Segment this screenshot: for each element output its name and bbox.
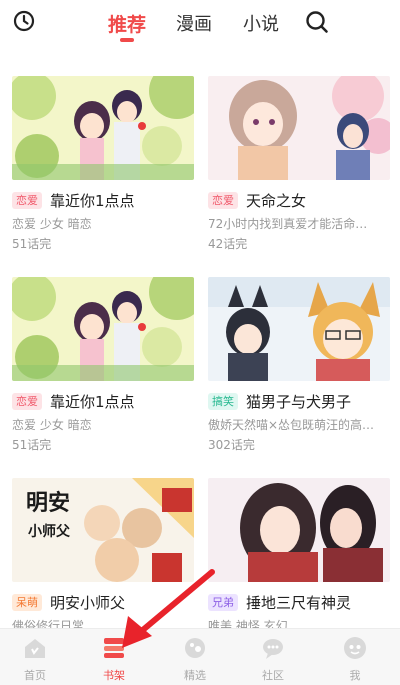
comic-title: 靠近你1点点: [50, 191, 135, 210]
comic-subtitle: 恋爱 少女 暗恋: [12, 418, 92, 432]
community-icon: [263, 639, 283, 659]
comic-title: 天命之女: [246, 191, 307, 210]
chapter-count: 302话完: [208, 438, 255, 452]
nav-home[interactable]: 首页: [5, 629, 65, 685]
tab-novels[interactable]: 小说: [243, 10, 279, 36]
comic-cover[interactable]: [208, 76, 390, 180]
genre-tag: 兄弟: [208, 593, 238, 611]
comic-cover[interactable]: [208, 277, 390, 381]
search-icon[interactable]: [305, 10, 329, 34]
comic-cover[interactable]: [12, 277, 194, 381]
comic-subtitle: 恋爱 少女 暗恋: [12, 217, 92, 231]
genre-tag: 恋爱: [12, 191, 42, 209]
nav-bookshelf[interactable]: 书架: [84, 629, 144, 685]
top-bar: 推荐 漫画 小说: [0, 0, 400, 50]
comic-title: 明安小师父: [50, 593, 126, 612]
profile-icon: [344, 637, 366, 659]
comic-card[interactable]: 恋爱 靠近你1点点 恋爱 少女 暗恋 51话完: [12, 76, 194, 252]
category-tabs: 推荐 漫画 小说: [0, 10, 400, 50]
comic-card[interactable]: 恋爱 天命之女 72小时内找到真爱才能活命… 42话完: [208, 76, 390, 252]
comic-cover[interactable]: [12, 76, 194, 180]
comic-title: 猫男子与犬男子: [246, 392, 352, 411]
genre-tag: 搞笑: [208, 392, 238, 410]
chapter-count: 42话完: [208, 237, 248, 251]
genre-tag: 恋爱: [12, 392, 42, 410]
comic-card[interactable]: 兄弟 捶地三尺有神灵 唯美 神怪 玄幻: [208, 478, 390, 634]
nav-label: 书架: [103, 669, 125, 682]
comic-title: 捶地三尺有神灵: [246, 593, 352, 612]
nav-label: 精选: [184, 669, 206, 682]
nav-label: 我: [349, 669, 361, 682]
cover-small-text: 小师父: [28, 523, 71, 540]
comic-card[interactable]: 明安 小师父 呆萌 明安小师父 佛俗修行日常: [12, 478, 194, 634]
nav-label: 首页: [24, 669, 46, 682]
nav-featured[interactable]: 精选: [165, 629, 225, 685]
genre-tag: 恋爱: [208, 191, 238, 209]
cover-big-text: 明安: [26, 490, 70, 516]
genre-tag: 呆萌: [12, 593, 42, 611]
tab-recommend[interactable]: 推荐: [108, 10, 146, 37]
chapter-count: 51话完: [12, 438, 52, 452]
tab-comics[interactable]: 漫画: [176, 10, 212, 36]
comic-subtitle: 傲娇天然喵×怂包既萌汪的高…: [208, 418, 375, 432]
comic-subtitle: 72小时内找到真爱才能活命…: [208, 217, 368, 231]
nav-profile[interactable]: 我: [325, 629, 385, 685]
home-icon: [25, 639, 45, 658]
comic-cover[interactable]: [208, 478, 390, 582]
comic-title: 靠近你1点点: [50, 392, 135, 411]
bookshelf-icon: [104, 638, 124, 658]
comic-card[interactable]: 恋爱 靠近你1点点 恋爱 少女 暗恋 51话完: [12, 277, 194, 453]
bottom-nav: 首页 书架 精选 社区 我: [0, 628, 400, 685]
comic-cover[interactable]: 明安 小师父: [12, 478, 194, 582]
nav-label: 社区: [262, 669, 284, 682]
nav-community[interactable]: 社区: [243, 629, 303, 685]
chapter-count: 51话完: [12, 237, 52, 251]
active-tab-indicator: [120, 38, 134, 42]
featured-icon: [185, 638, 205, 658]
comic-card[interactable]: 搞笑 猫男子与犬男子 傲娇天然喵×怂包既萌汪的高… 302话完: [208, 277, 390, 453]
